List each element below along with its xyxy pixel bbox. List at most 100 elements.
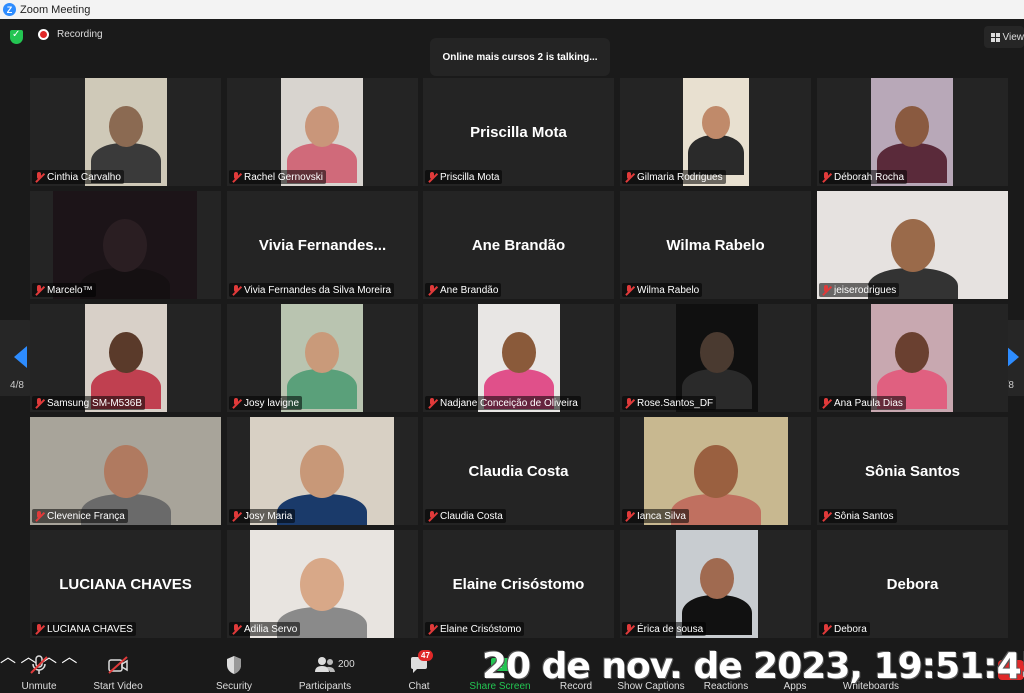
participant-name: Josy Maria: [244, 510, 293, 522]
arrow-left-icon: [14, 346, 27, 368]
participant-name-label: Wilma Rabelo: [622, 283, 703, 297]
participant-tile[interactable]: Ane Brandão Ane Brandão: [423, 191, 614, 299]
participant-tile[interactable]: Debora Debora: [817, 530, 1008, 638]
participant-face: [890, 219, 935, 272]
participant-tile[interactable]: Priscilla Mota Priscilla Mota: [423, 78, 614, 186]
participant-tile[interactable]: Ana Paula Dias: [817, 304, 1008, 412]
participant-tile[interactable]: Rachel Gernovski: [227, 78, 418, 186]
participant-name-label: Claudia Costa: [425, 509, 506, 523]
participant-tile[interactable]: Rose.Santos_DF: [620, 304, 811, 412]
participant-name-label: Debora: [819, 622, 870, 636]
participant-name-label: Vivia Fernandes da Silva Moreira: [229, 283, 395, 297]
previous-page-button[interactable]: 4/8: [0, 320, 34, 396]
participant-name: Ana Paula Dias: [834, 397, 903, 409]
muted-microphone-icon: [821, 171, 831, 183]
participant-face: [894, 106, 930, 148]
start-video-label: Start Video: [93, 681, 143, 692]
participant-name-label: Rose.Santos_DF: [622, 396, 717, 410]
participant-tile[interactable]: Gilmaria Rodrigues: [620, 78, 811, 186]
unmute-label: Unmute: [21, 681, 57, 692]
participant-name: Déborah Rocha: [834, 171, 905, 183]
participant-tile[interactable]: Déborah Rocha: [817, 78, 1008, 186]
participant-tile[interactable]: Marcelo™: [30, 191, 221, 299]
participant-tile[interactable]: Nadjane Conceição de Oliveira: [423, 304, 614, 412]
participant-tile[interactable]: Vivia Fernandes... Vivia Fernandes da Sil…: [227, 191, 418, 299]
start-video-button[interactable]: Start Video: [90, 643, 146, 693]
participant-name: Josy lavigne: [244, 397, 300, 409]
participant-tile[interactable]: Wilma Rabelo Wilma Rabelo: [620, 191, 811, 299]
security-button[interactable]: Security: [212, 643, 256, 693]
participant-name-label: Marcelo™: [32, 283, 96, 297]
participant-name: Cinthia Carvalho: [47, 171, 121, 183]
participant-name-label: Nadjane Conceição de Oliveira: [425, 396, 581, 410]
participants-button[interactable]: 200 Participants: [296, 643, 355, 693]
participant-tile[interactable]: Cinthia Carvalho: [30, 78, 221, 186]
participant-name: Gilmaria Rodrigues: [637, 171, 723, 183]
participant-tile[interactable]: Sônia Santos Sônia Santos: [817, 417, 1008, 525]
participant-tile[interactable]: Samsung SM-M536B: [30, 304, 221, 412]
muted-microphone-icon: [821, 284, 831, 296]
chat-unread-badge: 47: [418, 650, 433, 661]
participant-tile[interactable]: Josy lavigne: [227, 304, 418, 412]
participant-name-label: Ianca Silva: [622, 509, 689, 523]
participant-name-label: Ana Paula Dias: [819, 396, 906, 410]
chat-options-chevron-icon[interactable]: ︿: [61, 649, 77, 666]
participant-name: Ianca Silva: [637, 510, 686, 522]
participant-name: Clevenice França: [47, 510, 125, 522]
participant-name-label: Déborah Rocha: [819, 170, 908, 184]
timestamp-overlay: 20 de nov. de 2023, 19:51:45: [482, 646, 1024, 687]
participant-name: Samsung SM-M536B: [47, 397, 143, 409]
participant-name-label: Adilia Servo: [229, 622, 301, 636]
participant-name: jeiserodrigues: [834, 284, 897, 296]
window-title: Zoom Meeting: [20, 3, 91, 16]
muted-microphone-icon: [427, 623, 437, 635]
participant-name-label: jeiserodrigues: [819, 283, 900, 297]
participant-face: [501, 332, 537, 374]
participant-tile[interactable]: Ianca Silva: [620, 417, 811, 525]
window-titlebar: Z Zoom Meeting: [0, 0, 1024, 19]
participant-name-label: Priscilla Mota: [425, 170, 503, 184]
audio-options-chevron-icon[interactable]: ︿: [0, 649, 16, 666]
participant-name: Nadjane Conceição de Oliveira: [440, 397, 578, 409]
recording-indicator[interactable]: Recording: [38, 29, 103, 40]
participant-name: Claudia Costa: [440, 510, 503, 522]
participant-tile[interactable]: Claudia Costa Claudia Costa: [423, 417, 614, 525]
participant-name: Érica de sousa: [637, 623, 704, 635]
participant-face: [894, 332, 930, 374]
chat-bubble-icon: 47: [408, 650, 433, 675]
participant-face: [699, 332, 735, 374]
participant-face: [304, 106, 340, 148]
participants-icon: 200: [314, 655, 355, 675]
meeting-topbar: Recording Online mais cursos 2 is talkin…: [0, 19, 1024, 76]
participant-tile[interactable]: Adilia Servo: [227, 530, 418, 638]
unmute-button[interactable]: Unmute: [17, 643, 61, 693]
participant-name-label: Josy lavigne: [229, 396, 303, 410]
security-shield-icon[interactable]: [10, 29, 23, 44]
active-speaker-banner: Online mais cursos 2 is talking...: [430, 38, 610, 76]
chat-button[interactable]: 47 Chat: [404, 643, 434, 693]
muted-microphone-icon: [624, 510, 634, 522]
muted-microphone-icon: [427, 284, 437, 296]
view-button[interactable]: View: [984, 26, 1024, 48]
muted-microphone-icon: [34, 171, 44, 183]
participant-name: Marcelo™: [47, 284, 93, 296]
participant-name-label: Rachel Gernovski: [229, 170, 326, 184]
participant-name-label: Ane Brandão: [425, 283, 502, 297]
participant-tile[interactable]: Josy Maria: [227, 417, 418, 525]
shield-icon: [223, 655, 245, 675]
participant-name: Debora: [834, 623, 867, 635]
recording-dot-icon: [38, 29, 49, 40]
participant-face: [300, 558, 344, 611]
participant-tile[interactable]: Clevenice França: [30, 417, 221, 525]
participant-face: [108, 332, 144, 374]
participant-face: [103, 445, 148, 498]
participant-tile[interactable]: Érica de sousa: [620, 530, 811, 638]
view-label: View: [1002, 31, 1024, 43]
security-label: Security: [215, 681, 253, 692]
muted-microphone-icon: [624, 284, 634, 296]
muted-microphone-icon: [231, 623, 241, 635]
participant-tile[interactable]: Elaine Crisóstomo Elaine Crisóstomo: [423, 530, 614, 638]
participant-tile[interactable]: LUCIANA CHAVES LUCIANA CHAVES: [30, 530, 221, 638]
participant-tile[interactable]: jeiserodrigues: [817, 191, 1008, 299]
zoom-logo-icon: Z: [3, 3, 16, 16]
